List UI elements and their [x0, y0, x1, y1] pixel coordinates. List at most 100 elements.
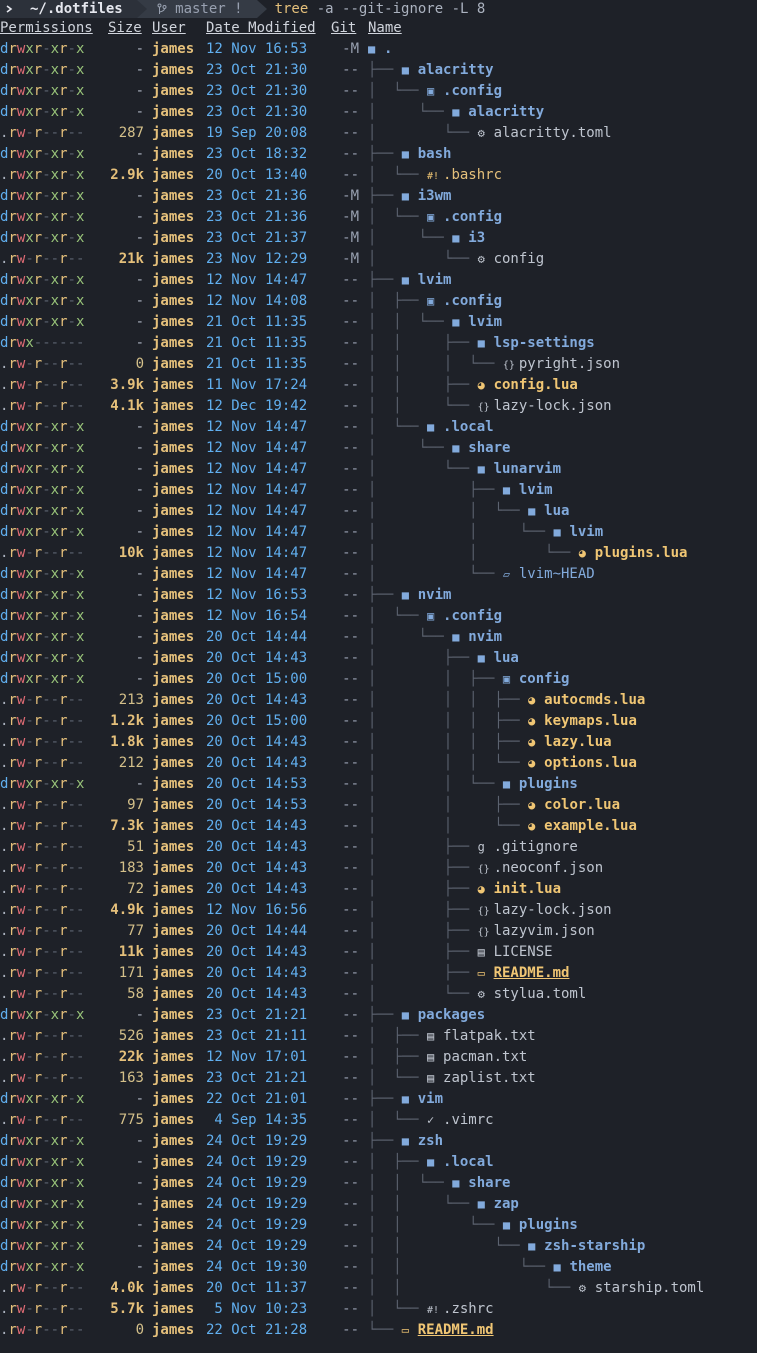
- file-row[interactable]: drwxr-xr-x - james 12 Nov 14:47 -- │ └── ■ sha…: [0, 438, 757, 459]
- tree-entry[interactable]: │ └── ■ .local: [368, 417, 494, 438]
- file-row[interactable]: drwxr-xr-x - james 23 Oct 18:32 -- ├── ■ bash: [0, 144, 757, 165]
- tree-entry[interactable]: │ │ └── ■ lua: [368, 501, 569, 522]
- tree-entry[interactable]: │ ├── ■ lvim: [368, 480, 553, 501]
- file-row[interactable]: drwxr-xr-x - james 24 Oct 19:30 -- │ │ └── ■ t…: [0, 1257, 757, 1278]
- tree-entry[interactable]: │ └── #! .bashrc: [368, 165, 502, 187]
- tree-entry[interactable]: ├── ■ alacritty: [368, 60, 494, 81]
- file-row[interactable]: drwxr-xr-x - james 24 Oct 19:29 -- │ │ └── ■ s…: [0, 1173, 757, 1194]
- tree-entry[interactable]: │ │ └── ⚙ starship.toml: [368, 1278, 704, 1299]
- file-row[interactable]: .rw-r--r-- 4.0k james 20 Oct 11:37 -- │ │ └──…: [0, 1278, 757, 1299]
- tree-entry[interactable]: │ │ └── ■ plugins: [368, 1215, 578, 1236]
- file-row[interactable]: drwxr-xr-x - james 23 Oct 21:21 -- ├── ■ packa…: [0, 1005, 757, 1026]
- tree-entry[interactable]: │ └── ■ nvim: [368, 627, 502, 648]
- tree-entry[interactable]: │ ├── ■ lua: [368, 648, 519, 669]
- tree-entry[interactable]: │ │ └── ■ zap: [368, 1194, 519, 1215]
- file-row[interactable]: .rw-r--r-- 526 james 23 Oct 21:11 -- │ ├── ▤ f…: [0, 1026, 757, 1047]
- file-row[interactable]: .rw-r--r-- 3.9k james 11 Nov 17:24 -- │ │ ├──…: [0, 375, 757, 396]
- file-row[interactable]: .rw-r--r-- 1.8k james 20 Oct 14:43 -- │ │ │ ├…: [0, 732, 757, 753]
- tree-entry[interactable]: │ │ └── ■ plugins: [368, 774, 578, 795]
- file-row[interactable]: drwxr-xr-x - james 24 Oct 19:29 -- │ ├── ■ .lo…: [0, 1152, 757, 1173]
- file-row[interactable]: .rw-r--r-- 58 james 20 Oct 14:43 -- │ └── ⚙ st…: [0, 984, 757, 1005]
- file-row[interactable]: drwxr-xr-x - james 23 Oct 21:30 -- │ └── ■ ala…: [0, 102, 757, 123]
- file-row[interactable]: drwxr-xr-x - james 12 Nov 16:53 -- ├── ■ nvim: [0, 585, 757, 606]
- file-row[interactable]: .rw-r--r-- 5.7k james 5 Nov 10:23 -- │ └── #…: [0, 1299, 757, 1320]
- tree-entry[interactable]: ├── ■ zsh: [368, 1131, 443, 1152]
- file-row[interactable]: drwxr-xr-x - james 12 Nov 14:47 -- │ ├── ■ lvi…: [0, 480, 757, 501]
- tree-entry[interactable]: │ └── ✓ .vimrc: [368, 1110, 494, 1131]
- tree-entry[interactable]: │ └── ▣ .config: [368, 207, 502, 228]
- tree-entry[interactable]: │ ├── g .gitignore: [368, 837, 578, 858]
- file-row[interactable]: .rw-r--r-- 51 james 20 Oct 14:43 -- │ ├── g .g…: [0, 837, 757, 858]
- tree-entry[interactable]: │ └── ■ i3: [368, 228, 485, 249]
- tree-entry[interactable]: │ │ │ ├── ◕ autocmds.lua: [368, 690, 645, 711]
- tree-entry[interactable]: │ │ └── ■ lvim: [368, 312, 502, 333]
- tree-entry[interactable]: │ │ └── {} lazy-lock.json: [368, 396, 612, 418]
- file-row[interactable]: drwxr-xr-x - james 21 Oct 11:35 -- │ │ └── ■ l…: [0, 312, 757, 333]
- tree-entry[interactable]: │ │ └── ◕ example.lua: [368, 816, 637, 837]
- file-row[interactable]: drwxr-xr-x - james 12 Nov 16:54 -- │ └── ▣ .co…: [0, 606, 757, 627]
- file-row[interactable]: .rw-r--r-- 183 james 20 Oct 14:43 -- │ ├── {}…: [0, 858, 757, 879]
- tree-entry[interactable]: ├── ■ packages: [368, 1005, 485, 1026]
- tree-entry[interactable]: │ └── ⚙ stylua.toml: [368, 984, 586, 1005]
- tree-entry[interactable]: │ │ └── ■ theme: [368, 1257, 612, 1278]
- tree-entry[interactable]: ├── ■ nvim: [368, 585, 451, 606]
- file-row[interactable]: drwxr-xr-x - james 12 Nov 14:47 -- │ └── ■ .lo…: [0, 417, 757, 438]
- file-row[interactable]: .rw-r--r-- 0 james 22 Oct 21:28 -- └── ▭ READM…: [0, 1320, 757, 1341]
- tree-entry[interactable]: │ ├── ▣ .config: [368, 291, 502, 312]
- file-row[interactable]: .rw-r--r-- 775 james 4 Sep 14:35 -- │ └── ✓.…: [0, 1110, 757, 1131]
- file-row[interactable]: drwxr-xr-x - james 12 Nov 14:47 -- │ └── ■ lun…: [0, 459, 757, 480]
- tree-entry[interactable]: │ │ └── ■ zsh-starship: [368, 1236, 645, 1257]
- file-row[interactable]: drwxr-xr-x - james 20 Oct 14:44 -- │ └── ■ nvi…: [0, 627, 757, 648]
- tree-entry[interactable]: │ │ ├── ▣ config: [368, 669, 569, 690]
- file-row[interactable]: drwxr-xr-x - james 12 Nov 14:47 -- │ │ └── ■ l…: [0, 501, 757, 522]
- file-row[interactable]: .rw-r--r-- 163 james 23 Oct 21:21 -- │ └── ▤ z…: [0, 1068, 757, 1089]
- tree-entry[interactable]: │ ├── {} lazy-lock.json: [368, 900, 612, 922]
- tree-entry[interactable]: │ ├── ■ .local: [368, 1152, 494, 1173]
- tree-entry[interactable]: ├── ■ vim: [368, 1089, 443, 1110]
- tree-entry[interactable]: │ │ │ └── ◕ options.lua: [368, 753, 637, 774]
- tree-entry[interactable]: │ ├── ▭ README.md: [368, 963, 569, 984]
- file-row[interactable]: .rw-r--r-- 0 james 21 Oct 11:35 -- │ │ │ └── …: [0, 354, 757, 375]
- tree-entry[interactable]: │ └── #! .zshrc: [368, 1299, 494, 1321]
- tree-entry[interactable]: │ │ ├── ■ lsp-settings: [368, 333, 595, 354]
- file-row[interactable]: drwxr-xr-x - james 23 Oct 21:36 -M │ └── ▣ .co…: [0, 207, 757, 228]
- file-row[interactable]: drwxr-xr-x - james 23 Oct 21:30 -- │ └── ▣ .co…: [0, 81, 757, 102]
- file-row[interactable]: drwxr-xr-x - james 24 Oct 19:29 -- │ │ └── ■ z…: [0, 1236, 757, 1257]
- tree-entry[interactable]: │ ├── ▤ flatpak.txt: [368, 1026, 536, 1047]
- file-row[interactable]: drwxr-xr-x - james 20 Oct 14:43 -- │ ├── ■ lua: [0, 648, 757, 669]
- file-row[interactable]: drwxr-xr-x - james 20 Oct 14:53 -- │ │ └── ■ p…: [0, 774, 757, 795]
- tree-entry[interactable]: │ ├── ◕ init.lua: [368, 879, 561, 900]
- tree-entry[interactable]: │ └── ■ share: [368, 438, 510, 459]
- file-row[interactable]: drwx------ - james 21 Oct 11:35 -- │ │ ├── ■ l…: [0, 333, 757, 354]
- file-row[interactable]: .rw-r--r-- 21k james 23 Nov 12:29 -M │ └── ⚙ c…: [0, 249, 757, 270]
- file-row[interactable]: drwxr-xr-x - james 23 Oct 21:30 -- ├── ■ alacr…: [0, 60, 757, 81]
- file-row[interactable]: .rw-r--r-- 4.1k james 12 Dec 19:42 -- │ │ └──…: [0, 396, 757, 417]
- file-row[interactable]: .rw-r--r-- 287 james 19 Sep 20:08 -- │ └── ⚙ a…: [0, 123, 757, 144]
- file-row[interactable]: drwxr-xr-x - james 12 Nov 14:08 -- │ ├── ▣ .co…: [0, 291, 757, 312]
- tree-entry[interactable]: │ │ ├── ◕ color.lua: [368, 795, 620, 816]
- file-row[interactable]: .rw-r--r-- 213 james 20 Oct 14:43 -- │ │ │ ├─…: [0, 690, 757, 711]
- tree-entry[interactable]: │ │ ├── ◕ config.lua: [368, 375, 578, 396]
- tree-entry[interactable]: │ └── ■ alacritty: [368, 102, 544, 123]
- tree-entry[interactable]: ├── ■ bash: [368, 144, 451, 165]
- tree-entry[interactable]: │ └── ▣ .config: [368, 81, 502, 102]
- file-row[interactable]: .rw-r--r-- 7.3k james 20 Oct 14:43 -- │ │ └──…: [0, 816, 757, 837]
- file-row[interactable]: .rw-r--r-- 11k james 20 Oct 14:43 -- │ ├── ▤ L…: [0, 942, 757, 963]
- tree-entry[interactable]: │ │ └── ■ lvim: [368, 522, 603, 543]
- tree-entry[interactable]: │ │ └── ◕ plugins.lua: [368, 543, 687, 564]
- file-row[interactable]: drwxr-xr-x - james 12 Nov 14:47 -- ├── ■ lvim: [0, 270, 757, 291]
- tree-entry[interactable]: │ ├── ▤ LICENSE: [368, 942, 553, 963]
- file-row[interactable]: drwxr-xr-x - james 24 Oct 19:29 -- │ │ └── ■ z…: [0, 1194, 757, 1215]
- file-row[interactable]: .rw-r--r-- 1.2k james 20 Oct 15:00 -- │ │ │ ├…: [0, 711, 757, 732]
- file-row[interactable]: .rw-r--r-- 4.9k james 12 Nov 16:56 -- │ ├── {…: [0, 900, 757, 921]
- tree-entry[interactable]: │ ├── {} .neoconf.json: [368, 858, 603, 880]
- file-row[interactable]: .rw-r--r-- 10k james 12 Nov 14:47 -- │ │ └── …: [0, 543, 757, 564]
- tree-entry[interactable]: ├── ■ i3wm: [368, 186, 451, 207]
- file-row[interactable]: .rw-r--r-- 77 james 20 Oct 14:44 -- │ ├── {} l…: [0, 921, 757, 942]
- file-row[interactable]: drwxr-xr-x - james 23 Oct 21:37 -M │ └── ■ i3: [0, 228, 757, 249]
- file-row[interactable]: drwxr-xr-x - james 24 Oct 19:29 -- │ │ └── ■ p…: [0, 1215, 757, 1236]
- tree-entry[interactable]: │ │ └── ■ share: [368, 1173, 510, 1194]
- tree-entry[interactable]: │ └── ▣ .config: [368, 606, 502, 627]
- tree-entry[interactable]: │ └── ▤ zaplist.txt: [368, 1068, 536, 1089]
- file-row[interactable]: .rw-r--r-- 22k james 12 Nov 17:01 -- │ ├── ▤ p…: [0, 1047, 757, 1068]
